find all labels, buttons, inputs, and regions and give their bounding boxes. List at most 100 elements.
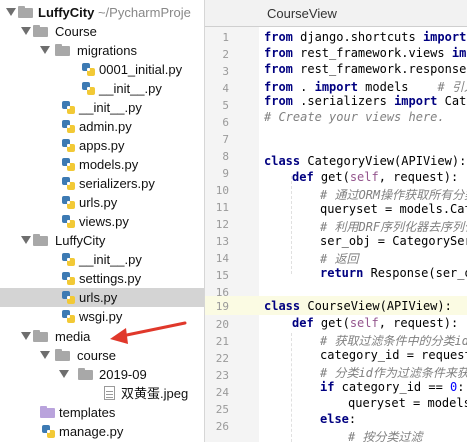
templates-folder-icon — [40, 406, 55, 418]
line-number: 6 — [222, 116, 229, 129]
python-file-icon — [62, 196, 75, 209]
line-number: 3 — [222, 65, 229, 78]
tree-file-migrations-init[interactable]: __init__.py — [0, 79, 204, 98]
folder-icon — [55, 349, 70, 361]
tree-item-label: Course — [55, 24, 97, 39]
editor-tab-courseview[interactable]: CourseView — [267, 6, 337, 21]
code-line: # 利用DRF序列化器去序列化 — [320, 220, 467, 234]
expand-arrow-icon[interactable] — [21, 27, 31, 35]
tree-item-label: manage.py — [59, 424, 124, 439]
indent-guide — [291, 333, 292, 442]
tree-item-label: models.py — [79, 157, 139, 172]
tree-item-label: 双黄蛋.jpeg — [121, 386, 189, 401]
tree-item-label: urls.py — [79, 195, 118, 210]
expand-arrow-icon[interactable] — [40, 351, 50, 359]
tree-file-course-urls[interactable]: urls.py — [0, 193, 204, 212]
code-editor[interactable]: CourseView 1 2 3 4 5 6 7 8 9 10 11 12 13… — [205, 0, 467, 442]
line-number: 8 — [222, 150, 229, 163]
tree-folder-media-course[interactable]: course — [0, 346, 204, 365]
project-name: LuffyCity — [38, 5, 95, 20]
line-number: 26 — [215, 420, 229, 433]
folder-icon — [18, 6, 33, 18]
line-number: 12 — [215, 218, 229, 231]
python-file-icon — [62, 158, 75, 171]
tree-folder-luffycity[interactable]: LuffyCity — [0, 231, 204, 250]
folder-icon — [33, 234, 48, 246]
tree-item-label: urls.py — [79, 290, 118, 305]
tree-folder-media[interactable]: media — [0, 327, 204, 346]
tree-file-settings[interactable]: settings.py — [0, 269, 204, 288]
tree-file-image[interactable]: 双黄蛋.jpeg — [0, 384, 204, 403]
line-number: 5 — [222, 99, 229, 112]
tree-folder-course[interactable]: Course — [0, 22, 204, 41]
tree-folder-templates[interactable]: templates — [0, 403, 204, 422]
line-number: 1 — [222, 31, 229, 44]
indent-guide — [291, 176, 292, 274]
code-line: def get(self, request): — [292, 170, 459, 184]
line-number: 10 — [215, 184, 229, 197]
python-file-icon — [82, 82, 95, 95]
tree-item-label: views.py — [79, 214, 129, 229]
editor-tab-bar: CourseView — [205, 0, 467, 27]
line-number: 2 — [222, 48, 229, 61]
line-number: 21 — [215, 335, 229, 348]
code-line: class CourseView(APIView): — [264, 299, 452, 313]
tree-file-luffycity-init[interactable]: __init__.py — [0, 250, 204, 269]
tree-file-0001-initial[interactable]: 0001_initial.py — [0, 60, 204, 79]
image-file-icon — [104, 386, 115, 400]
line-number: 4 — [222, 82, 229, 95]
line-number: 14 — [215, 252, 229, 265]
code-line: from rest_framework.views impo — [264, 46, 467, 60]
python-file-icon — [62, 310, 75, 323]
expand-arrow-icon[interactable] — [21, 332, 31, 340]
line-number: 24 — [215, 386, 229, 399]
tree-folder-migrations[interactable]: migrations — [0, 41, 204, 60]
line-number: 22 — [215, 352, 229, 365]
tree-file-admin[interactable]: admin.py — [0, 117, 204, 136]
tree-item-label: templates — [59, 405, 116, 420]
tree-row-root[interactable]: LuffyCity ~/PycharmProje — [0, 3, 204, 22]
expand-arrow-icon[interactable] — [59, 370, 69, 378]
tree-file-views[interactable]: views.py — [0, 212, 204, 231]
tree-file-manage[interactable]: manage.py — [0, 422, 204, 441]
code-line: # 获取过滤条件中的分类id — [320, 334, 467, 348]
code-line: # 返回 — [320, 252, 359, 266]
code-line: category_id = request — [320, 348, 467, 362]
code-line: if category_id == 0: — [320, 380, 465, 394]
tree-item-label: media — [55, 329, 91, 344]
tree-item-label: LuffyCity — [55, 233, 106, 248]
line-number: 11 — [215, 201, 229, 214]
tree-file-wsgi[interactable]: wsgi.py — [0, 307, 204, 326]
folder-icon — [33, 25, 48, 37]
expand-arrow-icon[interactable] — [21, 236, 31, 244]
tree-file-luffycity-urls[interactable]: urls.py — [0, 288, 204, 307]
tree-item-label: migrations — [77, 43, 137, 58]
tree-file-models[interactable]: models.py — [0, 155, 204, 174]
tree-item-label: admin.py — [79, 119, 132, 134]
tree-file-serializers[interactable]: serializers.py — [0, 174, 204, 193]
python-file-icon — [82, 63, 95, 76]
python-file-icon — [62, 253, 75, 266]
tree-item-label: __init__.py — [79, 252, 142, 267]
line-number: 23 — [215, 369, 229, 382]
expand-arrow-icon[interactable] — [40, 46, 50, 54]
tree-folder-2019-09[interactable]: 2019-09 — [0, 365, 204, 384]
python-file-icon — [62, 120, 75, 133]
python-file-icon — [62, 215, 75, 228]
python-file-icon — [62, 291, 75, 304]
code-line: ser_obj = CategorySer — [320, 234, 467, 248]
python-file-icon — [62, 177, 75, 190]
tree-item-label: apps.py — [79, 138, 125, 153]
python-file-icon — [62, 272, 75, 285]
tree-file-apps[interactable]: apps.py — [0, 136, 204, 155]
tree-item-label: 2019-09 — [99, 367, 147, 382]
line-number: 13 — [215, 235, 229, 248]
code-line: from rest_framework.response — [264, 62, 467, 76]
expand-arrow-icon[interactable] — [6, 8, 16, 16]
tree-file-course-init[interactable]: __init__.py — [0, 98, 204, 117]
line-number: 7 — [222, 133, 229, 146]
code-line: from . import models # 引入 — [264, 80, 467, 94]
code-line: else: — [320, 412, 357, 426]
code-line: # Create your views here. — [264, 110, 445, 124]
tree-item-label: serializers.py — [79, 176, 155, 191]
